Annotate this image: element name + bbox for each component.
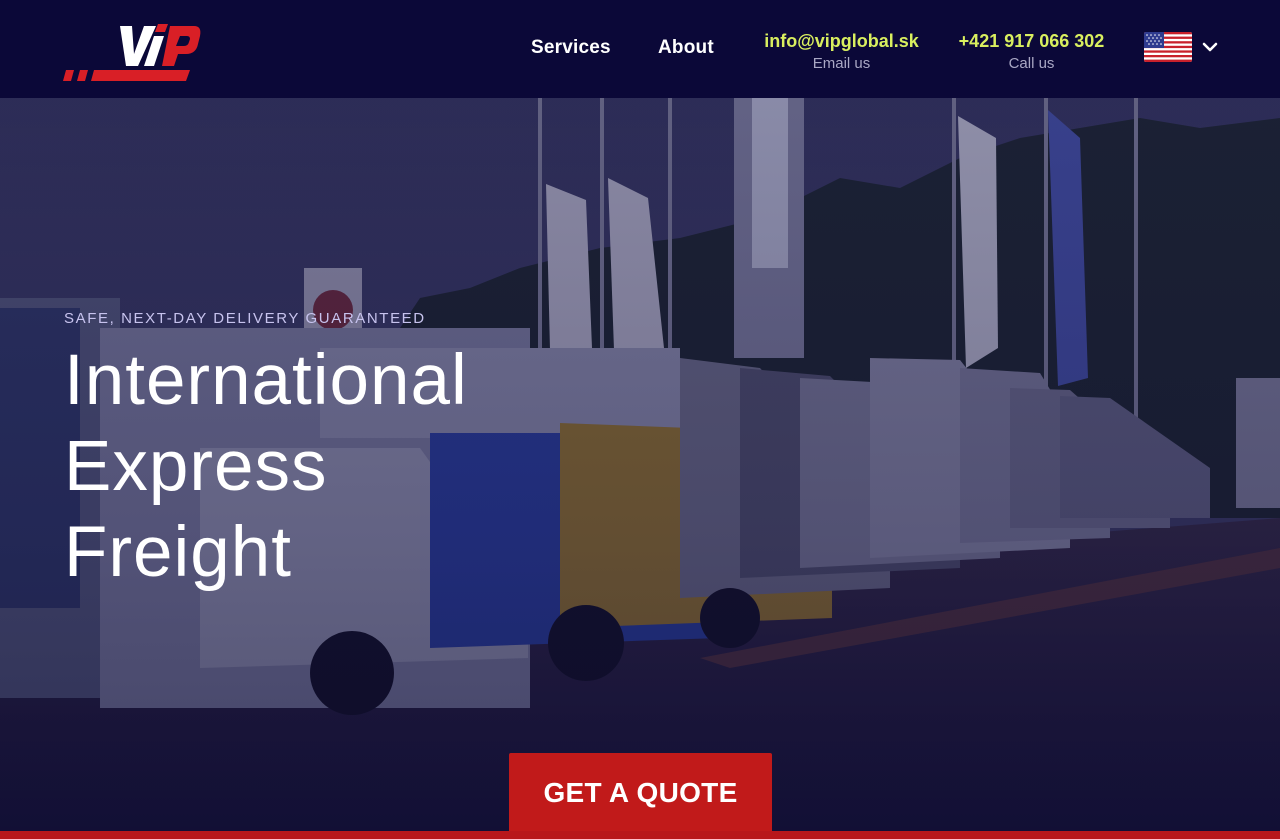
get-a-quote-button[interactable]: GET A QUOTE: [509, 753, 772, 831]
phone-label: Call us: [1008, 55, 1055, 72]
us-flag-icon: [1144, 32, 1192, 62]
email-label: Email us: [812, 55, 871, 72]
hero-title-line: International: [64, 341, 468, 420]
language-selector[interactable]: [1144, 32, 1220, 64]
email-contact[interactable]: info@vipglobal.sk Email us: [760, 31, 923, 72]
nav-services-link[interactable]: Services: [531, 37, 611, 59]
phone-contact[interactable]: +421 917 066 302 Call us: [953, 31, 1110, 72]
site-header: Services About info@vipglobal.sk Email u…: [0, 0, 1280, 98]
hero-title: International Express Freight: [64, 338, 468, 596]
bottom-accent-bar: [0, 831, 1280, 839]
phone-number[interactable]: +421 917 066 302: [953, 31, 1110, 52]
hero-title-line: Freight: [64, 513, 292, 592]
nav-about-link[interactable]: About: [658, 37, 714, 59]
chevron-down-icon[interactable]: [1200, 37, 1220, 57]
vip-logo[interactable]: [62, 14, 202, 86]
hero-title-line: Express: [64, 427, 328, 506]
hero-tagline: SAFE, NEXT-DAY DELIVERY GUARANTEED: [64, 310, 426, 327]
email-address[interactable]: info@vipglobal.sk: [760, 31, 923, 52]
hero-section: SAFE, NEXT-DAY DELIVERY GUARANTEED Inter…: [0, 98, 1280, 831]
